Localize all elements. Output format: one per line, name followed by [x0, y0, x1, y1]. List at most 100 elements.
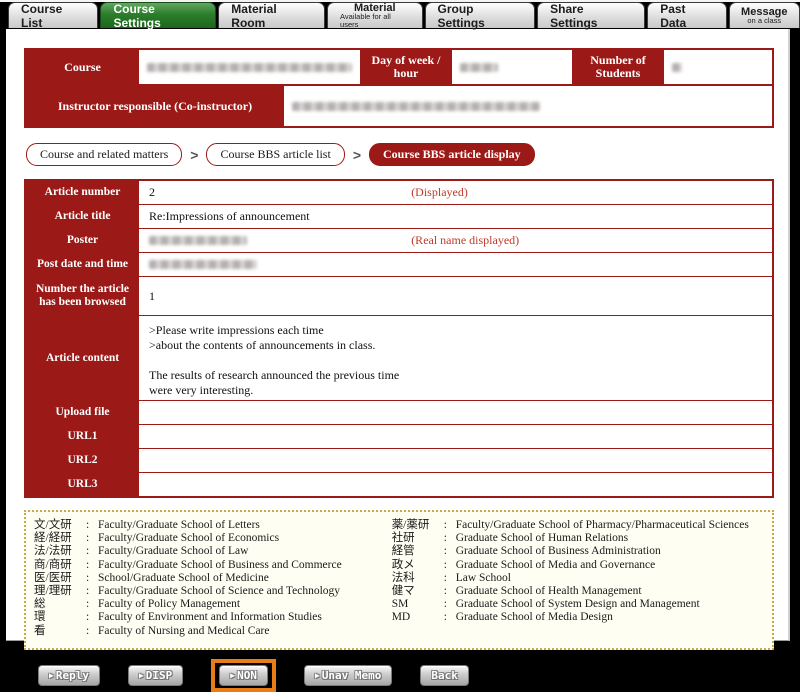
legend-item: 総:Faculty of Policy Management — [34, 598, 392, 611]
legend-colon: : — [86, 572, 98, 585]
legend-desc: Graduate School of Health Management — [456, 585, 764, 598]
day-of-week-label: Day of week / hour — [360, 50, 452, 84]
article-number-label: Article number — [26, 181, 139, 204]
article-title-value: Re:Impressions of announcement — [139, 205, 772, 228]
legend-item: 看:Faculty of Nursing and Medical Care — [34, 625, 392, 638]
legend-desc: Faculty of Environment and Information S… — [98, 611, 392, 624]
legend-desc: Faculty/Graduate School of Pharmacy/Phar… — [456, 519, 764, 532]
url2-row: URL2 — [26, 448, 772, 472]
unav-memo-button[interactable]: ▶Unav Memo — [304, 665, 392, 686]
breadcrumb-course-related-matters[interactable]: Course and related matters — [26, 143, 182, 166]
legend-abbr: 医/医研 — [34, 572, 86, 585]
legend-desc: Faculty of Policy Management — [98, 598, 392, 611]
tab-share-settings[interactable]: Share Settings — [537, 2, 645, 28]
legend-abbr: 政メ — [392, 559, 444, 572]
article-title-label: Article title — [26, 205, 139, 228]
article-content-row: Article content >Please write impression… — [26, 315, 772, 400]
disp-button[interactable]: ▶DISP — [128, 665, 183, 686]
course-info-row: Course Day of week / hour Number of Stud… — [26, 50, 772, 84]
tab-course-list[interactable]: Course List — [8, 2, 98, 28]
tab-past-data[interactable]: Past Data — [647, 2, 726, 28]
legend-desc: Faculty/Graduate School of Business and … — [98, 559, 392, 572]
legend-left-column: 文/文研:Faculty/Graduate School of Letters … — [34, 519, 392, 638]
legend-item: MD:Graduate School of Media Design — [392, 611, 764, 624]
browsed-count-text: 1 — [149, 289, 155, 304]
tab-sublabel: on a class — [747, 17, 781, 25]
url2-label: URL2 — [26, 449, 139, 472]
breadcrumb-bbs-article-display: Course BBS article display — [369, 143, 535, 166]
disp-button-label: DISP — [146, 669, 173, 682]
article-content-text: >Please write impressions each time >abo… — [149, 318, 399, 398]
legend-item: 経/経研:Faculty/Graduate School of Economic… — [34, 532, 392, 545]
upload-file-label: Upload file — [26, 401, 139, 424]
poster-row: Poster (Real name displayed) — [26, 228, 772, 252]
legend-abbr: 理/理研 — [34, 585, 86, 598]
legend-colon: : — [444, 585, 456, 598]
legend-abbr: 法/法研 — [34, 545, 86, 558]
legend-abbr: 経/経研 — [34, 532, 86, 545]
instructor-row: Instructor responsible (Co-instructor) — [26, 84, 772, 126]
redacted-value — [292, 102, 540, 111]
tab-label: Share Settings — [550, 2, 632, 30]
chevron-right-icon: > — [190, 147, 198, 163]
back-button[interactable]: Back — [420, 665, 469, 686]
legend-item: 法科:Law School — [392, 572, 764, 585]
course-value — [139, 50, 360, 84]
reply-button-label: Reply — [56, 669, 89, 682]
poster-label: Poster — [26, 229, 139, 252]
tab-message[interactable]: Message on a class — [729, 2, 800, 28]
legend-abbr: 環 — [34, 611, 86, 624]
legend-desc: Graduate School of Media and Governance — [456, 559, 764, 572]
legend-desc: School/Graduate School of Medicine — [98, 572, 392, 585]
legend-desc: Faculty/Graduate School of Law — [98, 545, 392, 558]
legend-desc: Graduate School of Business Administrati… — [456, 545, 764, 558]
article-table: Article number 2 (Displayed) Article tit… — [24, 179, 774, 498]
post-date-value — [139, 253, 772, 276]
legend-item: SM:Graduate School of System Design and … — [392, 598, 764, 611]
play-arrow-icon: ▶ — [139, 671, 144, 680]
legend-abbr: 看 — [34, 625, 86, 638]
breadcrumb-bbs-article-list[interactable]: Course BBS article list — [206, 143, 344, 166]
redacted-value — [149, 236, 247, 245]
legend-abbr: 社研 — [392, 532, 444, 545]
legend-colon: : — [444, 519, 456, 532]
play-arrow-icon: ▶ — [49, 671, 54, 680]
legend-colon: : — [444, 598, 456, 611]
real-name-status: (Real name displayed) — [411, 233, 519, 248]
legend-abbr: 経管 — [392, 545, 444, 558]
number-of-students-value — [664, 50, 772, 84]
course-info-table: Course Day of week / hour Number of Stud… — [24, 48, 774, 128]
legend-item: 文/文研:Faculty/Graduate School of Letters — [34, 519, 392, 532]
legend-colon: : — [86, 585, 98, 598]
legend-item: 薬/薬研:Faculty/Graduate School of Pharmacy… — [392, 519, 764, 532]
browsed-count-value: 1 — [139, 277, 772, 315]
legend-abbr: 商/商研 — [34, 559, 86, 572]
non-button-highlight: ▶NON — [211, 659, 276, 692]
tab-group-settings[interactable]: Group Settings — [425, 2, 536, 28]
legend-item: 医/医研:School/Graduate School of Medicine — [34, 572, 392, 585]
tab-label: Course List — [21, 2, 85, 30]
browsed-count-row: Number the article has been browsed 1 — [26, 276, 772, 315]
legend-item: 理/理研:Faculty/Graduate School of Science … — [34, 585, 392, 598]
tab-sublabel: Available for all users — [340, 13, 409, 29]
legend-abbr: 文/文研 — [34, 519, 86, 532]
non-button[interactable]: ▶NON — [219, 665, 268, 686]
legend-colon: : — [444, 572, 456, 585]
legend-colon: : — [86, 611, 98, 624]
legend-colon: : — [86, 532, 98, 545]
article-number-text: 2 — [149, 185, 155, 200]
unav-memo-button-label: Unav Memo — [322, 669, 382, 682]
legend-desc: Faculty/Graduate School of Letters — [98, 519, 392, 532]
tab-course-settings[interactable]: Course Settings — [100, 2, 216, 28]
tab-label: Course Settings — [113, 2, 203, 30]
url3-value — [139, 473, 772, 496]
tab-material[interactable]: Material Available for all users — [327, 2, 422, 28]
reply-button[interactable]: ▶Reply — [38, 665, 100, 686]
legend-item: 社研:Graduate School of Human Relations — [392, 532, 764, 545]
displayed-status: (Displayed) — [411, 185, 468, 200]
tab-material-room[interactable]: Material Room — [218, 2, 325, 28]
browsed-count-label: Number the article has been browsed — [26, 277, 139, 315]
redacted-value — [149, 260, 257, 269]
day-of-week-value — [452, 50, 572, 84]
legend-desc: Law School — [456, 572, 764, 585]
